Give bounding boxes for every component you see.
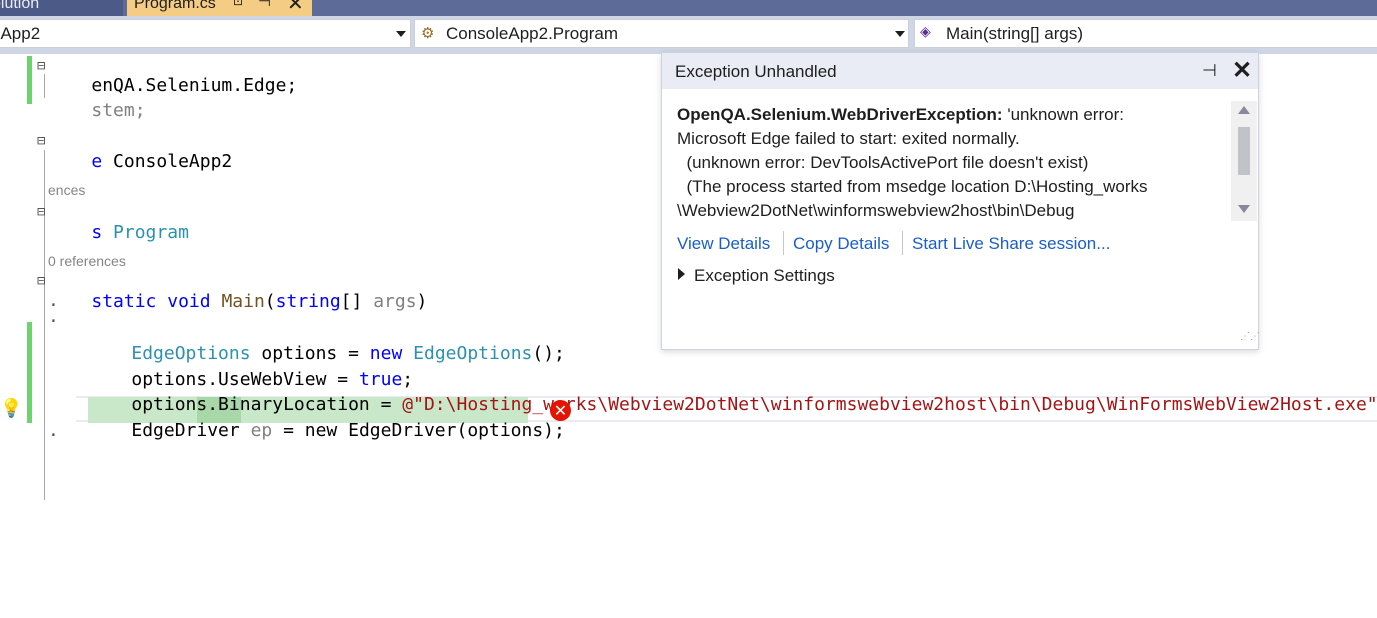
exception-type: OpenQA.Selenium.WebDriverException:: [677, 105, 1003, 124]
void-keyword: void: [167, 291, 211, 312]
exception-message: OpenQA.Selenium.WebDriverException: 'unk…: [677, 103, 1229, 221]
type-edgeoptions: EdgeOptions: [413, 343, 533, 364]
project-dropdown-value: eApp2: [0, 24, 41, 43]
class-dropdown[interactable]: ⚙ ConsoleApp2.Program: [414, 19, 909, 48]
document-tab-strip: olution Program.cs ⊡ ⊣ ✕: [0, 0, 1377, 16]
message-scrollbar[interactable]: [1231, 101, 1257, 221]
change-bar: [27, 322, 32, 423]
paren: (: [264, 291, 276, 312]
exception-popup-title: Exception Unhandled: [675, 62, 837, 81]
member-dropdown-value: Main(string[] args): [946, 24, 1083, 43]
code-text: ();: [532, 343, 565, 364]
tab-program-cs[interactable]: Program.cs ⊡ ⊣ ✕: [127, 0, 312, 16]
method-name: Main: [221, 291, 265, 312]
param-args: args: [373, 291, 417, 312]
tab-solution-explorer[interactable]: olution: [0, 0, 123, 16]
exception-settings-label: Exception Settings: [694, 266, 835, 285]
code-line-edgedriver: EdgeDriver ep = new EdgeDriver(options);: [88, 399, 565, 462]
tab-program-label: Program.cs: [134, 0, 216, 12]
collapse-icon[interactable]: ⊟: [37, 204, 45, 220]
expand-triangle-icon: [678, 268, 685, 280]
exception-message-line: (The process started from msedge locatio…: [677, 177, 1148, 196]
error-circle-icon[interactable]: ✕: [550, 400, 571, 421]
string-keyword: string: [275, 291, 341, 312]
live-share-link[interactable]: Start Live Share session...: [912, 234, 1110, 254]
link-separator: [783, 231, 784, 255]
static-keyword: static: [91, 291, 157, 312]
collapse-icon[interactable]: ⊟: [37, 133, 45, 149]
type-edgedriver: EdgeDriver: [131, 420, 240, 441]
using-system: stem;: [91, 100, 146, 121]
exception-message-line: 'unknown error:: [1002, 105, 1124, 124]
exception-popup-header: Exception Unhandled ⊣ ✕: [662, 53, 1258, 89]
member-dropdown[interactable]: ◈ Main(string[] args): [914, 19, 1377, 48]
collapse-icon[interactable]: ⊟: [37, 58, 45, 74]
exception-popup: Exception Unhandled ⊣ ✕ OpenQA.Selenium.…: [661, 52, 1260, 350]
close-tab-icon[interactable]: ✕: [287, 0, 304, 16]
brackets: []: [340, 291, 374, 312]
scroll-thumb[interactable]: [1238, 127, 1250, 175]
outline-guide: [44, 150, 45, 500]
collapse-icon[interactable]: ⊟: [37, 273, 45, 289]
exception-message-line: (unknown error: DevToolsActivePort file …: [677, 153, 1089, 172]
scroll-down-icon[interactable]: [1238, 205, 1250, 213]
scroll-up-icon[interactable]: [1238, 106, 1250, 114]
outline-guide: [44, 74, 45, 98]
link-separator: [902, 231, 903, 255]
class-dropdown-value: ConsoleApp2.Program: [446, 24, 618, 43]
class-icon: ⚙: [421, 25, 435, 42]
exception-message-line: \Webview2DotNet\winformswebview2host\bin…: [677, 201, 1075, 220]
navigation-bar: eApp2 ⚙ ConsoleApp2.Program ◈ Main(strin…: [0, 16, 1377, 54]
pin-icon[interactable]: ⊣: [258, 0, 271, 10]
brace-open: .: [48, 306, 59, 327]
exception-message-line: Microsoft Edge failed to start: exited n…: [677, 129, 1020, 148]
brace-close: .: [48, 420, 59, 441]
tab-solution-label: olution: [0, 0, 40, 12]
view-details-link[interactable]: View Details: [677, 234, 770, 254]
namespace-name: ConsoleApp2: [113, 151, 233, 172]
class-keyword: s: [91, 222, 103, 243]
lightbulb-icon[interactable]: 💡: [0, 398, 22, 419]
namespace-keyword: e: [91, 151, 103, 172]
codelens-class-references[interactable]: ences: [48, 182, 85, 198]
preview-icon[interactable]: ⊡: [233, 0, 243, 8]
close-icon[interactable]: ✕: [1232, 56, 1252, 85]
resize-grip-icon[interactable]: ⋰⋰: [1240, 331, 1260, 342]
change-bar: [27, 56, 32, 104]
chevron-down-icon: [396, 31, 406, 37]
class-name: Program: [113, 222, 189, 243]
project-dropdown[interactable]: eApp2: [0, 19, 411, 48]
variable-ep: ep: [239, 420, 273, 441]
paren: ): [416, 291, 428, 312]
code-text: = new EdgeDriver(options);: [272, 420, 565, 441]
chevron-down-icon: [895, 31, 905, 37]
method-icon: ◈: [920, 23, 931, 39]
codelens-method-references[interactable]: 0 references: [48, 253, 126, 269]
exception-settings-expander[interactable]: Exception Settings: [678, 266, 835, 286]
pin-icon[interactable]: ⊣: [1202, 61, 1217, 81]
copy-details-link[interactable]: Copy Details: [793, 234, 889, 254]
